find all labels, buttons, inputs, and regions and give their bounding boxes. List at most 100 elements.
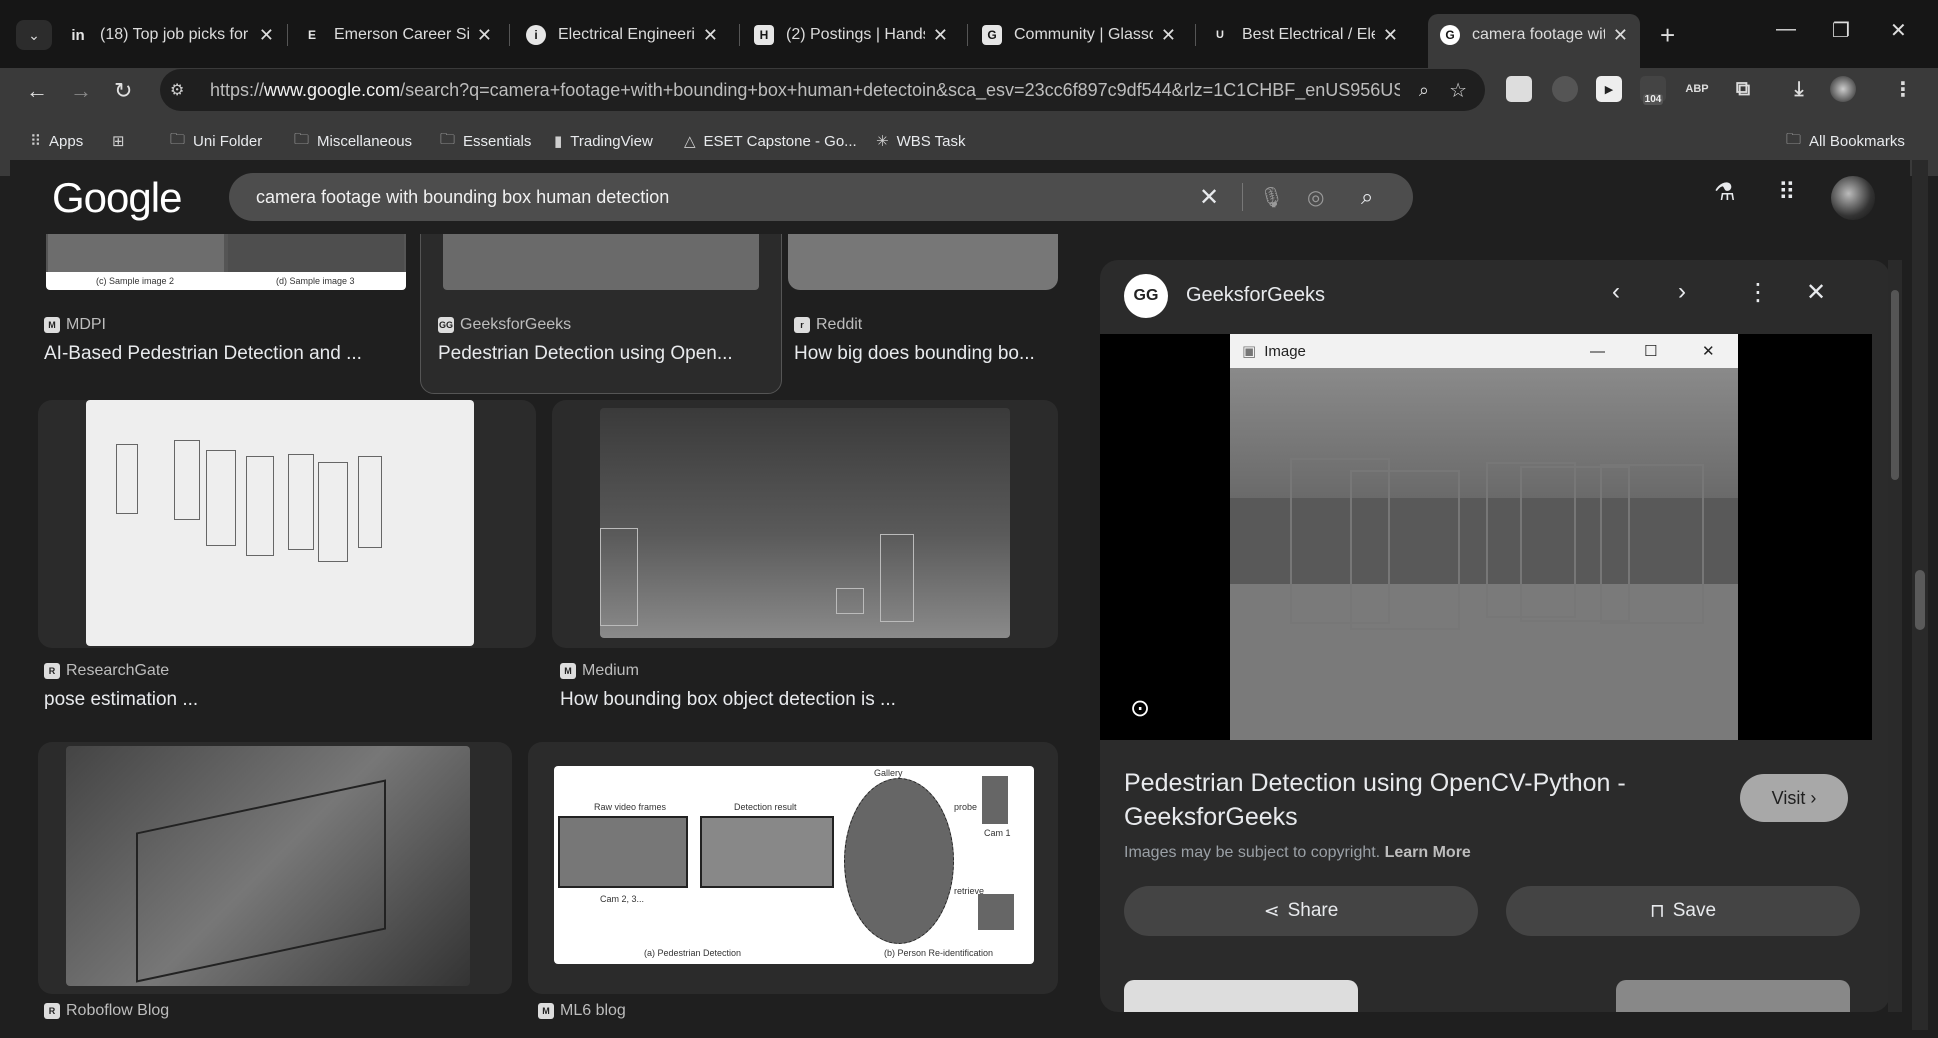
result-title-geeksforgeeks[interactable]: Pedestrian Detection using Open... xyxy=(438,343,778,365)
panel-scrollbar[interactable] xyxy=(1888,260,1902,1012)
folder-icon: 🗀 xyxy=(294,130,310,148)
all-bookmarks[interactable]: 🗀 All Bookmarks xyxy=(1786,124,1905,158)
result-title-researchgate[interactable]: pose estimation ... xyxy=(44,689,514,711)
close-icon[interactable]: ✕ xyxy=(1806,278,1826,307)
share-button[interactable]: ⋖ Share xyxy=(1124,886,1478,936)
wbs-icon: ✳ xyxy=(876,133,889,150)
back-button[interactable]: ← xyxy=(26,78,48,104)
result-source-researchgate[interactable]: R ResearchGate xyxy=(44,662,169,680)
zoom-icon[interactable]: ⌕ xyxy=(1419,80,1429,101)
tab-linkedin[interactable]: in (18) Top job picks for ✕ xyxy=(56,14,286,56)
tab-glassdoor[interactable]: G Community | Glassdo ✕ xyxy=(970,14,1188,56)
result-source-mdpi[interactable]: M MDPI xyxy=(44,316,106,334)
folder-icon: 🗀 xyxy=(440,130,456,148)
lens-icon[interactable]: ◎ xyxy=(1307,185,1324,210)
profile-avatar[interactable] xyxy=(1830,76,1856,102)
google-logo[interactable]: Google xyxy=(52,174,182,222)
geeksforgeeks-icon: GG xyxy=(438,317,454,333)
result-title-reddit[interactable]: How big does bounding bo... xyxy=(794,343,1056,365)
minimize-button[interactable]: — xyxy=(1776,18,1796,41)
tab-strip: ⌄ in (18) Top job picks for ✕ E Emerson … xyxy=(0,0,1938,68)
tab-electrical-engineering[interactable]: i Electrical Engineering ✕ xyxy=(514,14,730,56)
more-options-icon[interactable]: ⋮ xyxy=(1746,278,1770,307)
visit-button[interactable]: Visit › xyxy=(1740,774,1848,822)
labs-flask-icon[interactable]: ⚗ xyxy=(1714,178,1736,207)
extension-icon[interactable] xyxy=(1506,76,1532,102)
tab-google-search[interactable]: G camera footage with ✕ xyxy=(1428,14,1640,68)
search-icon[interactable]: ⌕ xyxy=(1361,184,1373,210)
close-tab-icon[interactable]: ✕ xyxy=(1161,25,1176,46)
bookmark-essentials[interactable]: 🗀 Essentials xyxy=(440,124,531,158)
result-image-roboflow[interactable] xyxy=(66,746,470,986)
reload-button[interactable]: ↻ xyxy=(114,78,132,104)
linkedin-icon: in xyxy=(71,26,85,44)
address-bar[interactable]: ⚙ https://www.google.com/search?q=camera… xyxy=(160,69,1485,111)
result-title-mdpi[interactable]: AI-Based Pedestrian Detection and ... xyxy=(44,343,414,365)
extension-icon[interactable]: ▶ xyxy=(1596,76,1622,102)
save-button[interactable]: ⊓ Save xyxy=(1506,886,1860,936)
bookmark-uni-folder[interactable]: 🗀 Uni Folder xyxy=(170,124,262,158)
search-input[interactable]: camera footage with bounding box human d… xyxy=(256,187,669,208)
tab-usnews[interactable]: U Best Electrical / Electr ✕ xyxy=(1198,14,1410,56)
result-source-ml6[interactable]: M ML6 blog xyxy=(538,1002,626,1020)
bookmark-apps[interactable]: ⠿ Apps xyxy=(30,124,83,158)
learn-more-link[interactable]: Learn More xyxy=(1385,844,1471,861)
extension-badge-icon[interactable]: 104 xyxy=(1640,76,1666,105)
tab-handshake[interactable]: H (2) Postings | Handsh ✕ xyxy=(742,14,960,56)
google-header: Google camera footage with bounding box … xyxy=(10,160,1910,234)
forward-button[interactable]: → xyxy=(70,78,92,104)
panel-source-name[interactable]: GeeksforGeeks xyxy=(1186,284,1325,307)
close-tab-icon[interactable]: ✕ xyxy=(1613,25,1628,46)
extensions-puzzle-icon[interactable]: ⧉ xyxy=(1730,76,1756,102)
result-title-medium[interactable]: How bounding box object detection is ... xyxy=(560,689,1040,711)
account-avatar[interactable] xyxy=(1831,176,1875,220)
adblock-icon[interactable]: ABP xyxy=(1684,76,1710,102)
preview-image[interactable]: ▣ Image — ☐ ✕ ⊙ xyxy=(1100,334,1872,740)
bookmark-eset-capstone[interactable]: △ ESET Capstone - Go... xyxy=(684,124,857,158)
microphone-icon[interactable]: 🎙 xyxy=(1259,185,1284,210)
bookmark-star-icon[interactable]: ☆ xyxy=(1449,78,1467,103)
result-image-researchgate[interactable] xyxy=(86,400,474,646)
apps-grid-icon[interactable]: ⠿ xyxy=(1778,178,1796,207)
download-icon[interactable]: ⤓ xyxy=(1786,76,1812,102)
bookmark-tradingview[interactable]: ▮ TradingView xyxy=(554,124,653,158)
medium-icon: M xyxy=(560,663,576,679)
handshake-icon: H xyxy=(754,25,774,45)
result-image-medium[interactable] xyxy=(600,408,1010,638)
panel-title[interactable]: Pedestrian Detection using OpenCV-Python… xyxy=(1124,766,1724,834)
tab-title: Emerson Career Site xyxy=(334,26,469,43)
bookmark-wbs-task[interactable]: ✳ WBS Task xyxy=(876,124,965,158)
bookmark-miscellaneous[interactable]: 🗀 Miscellaneous xyxy=(294,124,412,158)
related-thumbnail[interactable] xyxy=(1616,980,1850,1012)
result-source-medium[interactable]: M Medium xyxy=(560,662,639,680)
site-info-icon[interactable]: ⚙ xyxy=(170,80,210,100)
result-source-geeksforgeeks[interactable]: GG GeeksforGeeks xyxy=(438,316,571,334)
tradingview-icon: ▮ xyxy=(554,133,563,150)
close-window-button[interactable]: ✕ xyxy=(1890,18,1907,43)
close-tab-icon[interactable]: ✕ xyxy=(259,25,274,46)
chevron-right-icon[interactable]: › xyxy=(1678,278,1686,306)
result-source-roboflow[interactable]: R Roboflow Blog xyxy=(44,1002,169,1020)
close-tab-icon[interactable]: ✕ xyxy=(477,25,492,46)
close-tab-icon[interactable]: ✕ xyxy=(703,25,718,46)
close-tab-icon[interactable]: ✕ xyxy=(1383,25,1398,46)
lens-search-icon[interactable]: ⊙ xyxy=(1130,694,1150,723)
bookmark-grid[interactable]: ⊞ xyxy=(112,124,133,158)
search-box[interactable]: camera footage with bounding box human d… xyxy=(229,173,1413,221)
close-tab-icon[interactable]: ✕ xyxy=(933,25,948,46)
extension-icon[interactable] xyxy=(1552,76,1578,102)
tab-search-button[interactable]: ⌄ xyxy=(16,20,52,50)
page-scrollbar[interactable] xyxy=(1912,160,1928,1030)
tab-emerson[interactable]: E Emerson Career Site ✕ xyxy=(290,14,504,56)
menu-icon[interactable]: ⋮ xyxy=(1890,76,1916,102)
result-image-ml6[interactable]: Raw video frames Detection result Galler… xyxy=(554,766,1034,964)
clear-icon[interactable]: ✕ xyxy=(1199,183,1219,212)
new-tab-button[interactable]: + xyxy=(1660,20,1675,51)
drive-icon: △ xyxy=(684,133,696,150)
url-text[interactable]: https://www.google.com/search?q=camera+f… xyxy=(210,80,1400,101)
restore-button[interactable]: ❐ xyxy=(1832,18,1850,43)
image-preview-panel: GG GeeksforGeeks ‹ › ⋮ ✕ ▣ Image — ☐ ✕ ⊙… xyxy=(1100,260,1890,1012)
chevron-left-icon[interactable]: ‹ xyxy=(1612,278,1620,306)
related-thumbnail[interactable] xyxy=(1124,980,1358,1012)
result-source-reddit[interactable]: r Reddit xyxy=(794,316,862,334)
